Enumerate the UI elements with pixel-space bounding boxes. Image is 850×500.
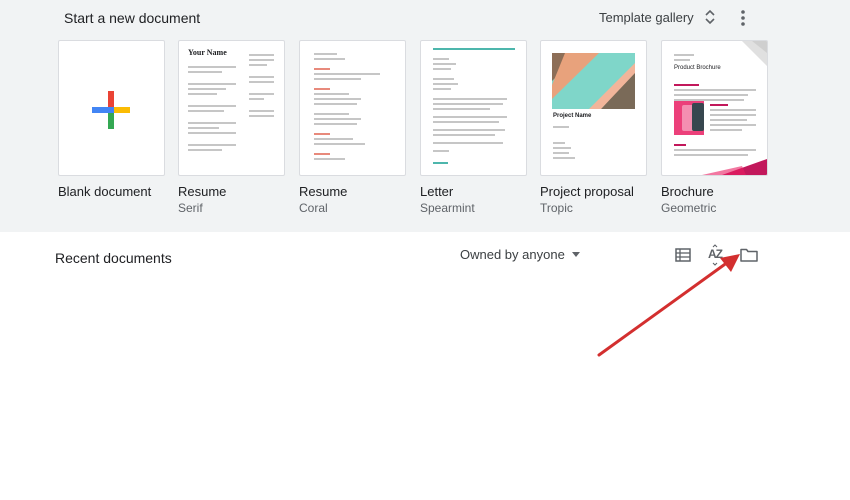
template-brochure-geometric[interactable]: Product Brochure Brochure Geometric [661,40,768,215]
template-style: Serif [178,201,203,215]
template-style: Coral [299,201,328,215]
folder-icon [740,248,758,262]
owner-filter-dropdown[interactable]: Owned by anyone [460,247,580,262]
open-file-picker-button[interactable] [737,244,761,266]
preview-lines [314,50,392,163]
template-name: Project proposal [540,184,634,199]
sort-az-icon: AZ [704,244,728,266]
preview-heading: Your Name [188,48,227,57]
preview-lines [553,123,593,162]
template-gallery-label: Template gallery [599,9,694,25]
template-thumbnail [58,40,165,176]
list-view-icon [675,248,691,262]
template-blank-document[interactable]: Blank document [58,40,165,199]
template-section: Start a new document Template gallery Bl… [0,0,850,232]
more-options-button[interactable] [735,8,751,28]
preview-lines [433,55,515,167]
sort-button[interactable]: AZ [704,244,728,266]
template-name: Brochure [661,184,714,199]
template-name: Letter [420,184,454,199]
preview-heading: Product Brochure [674,65,721,71]
start-new-document-title: Start a new document [64,10,201,26]
caret-down-icon [571,252,580,257]
template-style: Spearmint [420,201,475,215]
owner-filter-label: Owned by anyone [460,247,565,262]
unfold-more-icon [705,9,715,25]
preview-foot-lines [674,141,756,159]
template-style: Geometric [661,201,717,215]
template-style: Tropic [540,201,573,215]
template-resume-coral[interactable]: Resume Coral [299,40,406,215]
more-vert-icon [741,10,745,26]
preview-lines [674,51,754,64]
preview-accent-bar [433,48,515,50]
template-name: Blank document [58,184,152,199]
template-thumbnail: Your Name [178,40,285,176]
template-letter-spearmint[interactable]: Letter Spearmint [420,40,527,215]
template-gallery-button[interactable]: Template gallery [599,9,716,25]
template-name: Resume [178,184,227,199]
preview-lines [188,63,236,154]
template-thumbnail [420,40,527,176]
recent-documents-title: Recent documents [55,250,172,266]
template-name: Resume [299,184,348,199]
template-resume-serif[interactable]: Your Name Resume Serif [178,40,285,215]
template-thumbnail [299,40,406,176]
plus-icon [92,91,130,129]
preview-heading: Project Name [553,113,592,119]
preview-side-lines [710,101,756,134]
list-view-button[interactable] [671,244,695,266]
template-project-proposal-tropic[interactable]: Project Name Project proposal Tropic [540,40,647,215]
template-thumbnail: Product Brochure [661,40,768,176]
template-thumbnail: Project Name [540,40,647,176]
preview-side-lines [249,51,274,120]
